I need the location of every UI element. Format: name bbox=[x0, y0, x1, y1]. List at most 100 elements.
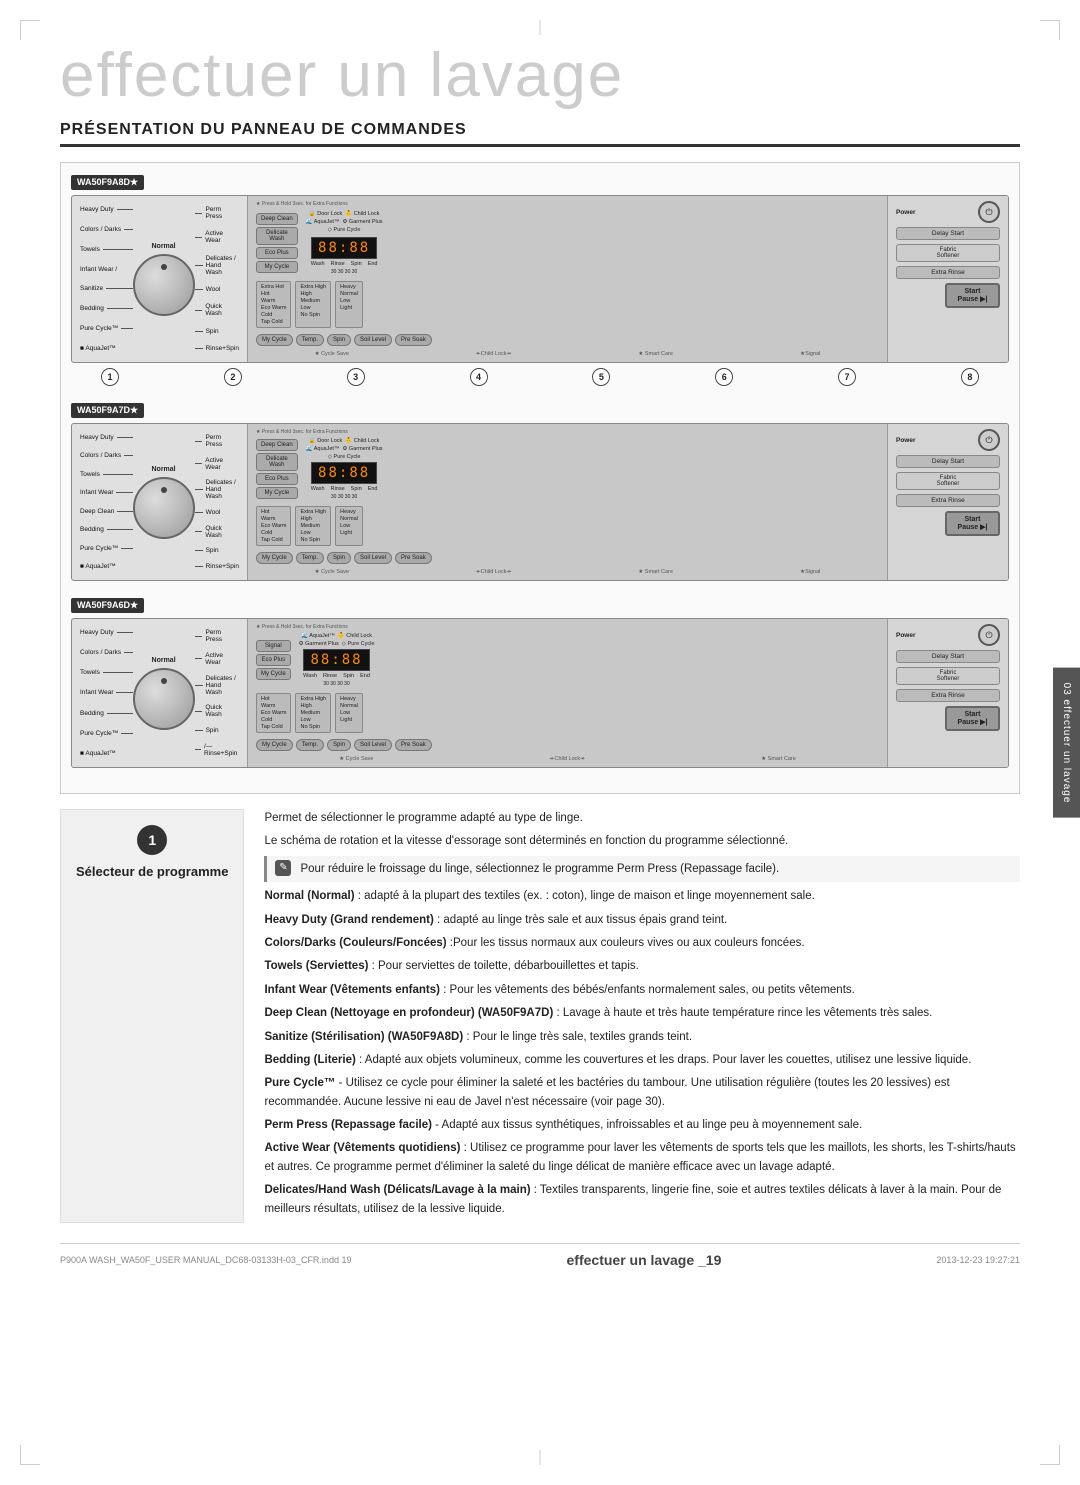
diag-btn-ecoplus-3[interactable]: Eco Plus bbox=[256, 654, 291, 666]
diag-btn-presoak-3[interactable]: Pre Soak bbox=[395, 739, 432, 751]
num-circle-6: 6 bbox=[715, 368, 733, 386]
corner-mark-bl bbox=[20, 1445, 40, 1465]
diag-fabric-softener-2[interactable]: FabricSoftener bbox=[896, 472, 1000, 490]
diagram-block-1: WA50F9A8D★ Heavy Duty Colors / Darks bbox=[71, 173, 1009, 386]
diag-btn-mycycle3-2[interactable]: My Cycle bbox=[256, 552, 293, 564]
num-circle-1: 1 bbox=[101, 368, 119, 386]
diag-btn-mycycle-1[interactable]: My Cycle bbox=[256, 261, 298, 273]
content-intro-2: Le schéma de rotation et la vitesse d'es… bbox=[264, 832, 1020, 850]
diag-start-pause-3[interactable]: StartPause ▶| bbox=[945, 706, 1000, 731]
diag-btn-temp-3[interactable]: Temp. bbox=[296, 739, 324, 751]
diag-power-row-2: Power ⏻ bbox=[896, 429, 1000, 451]
diagrams-area: WA50F9A8D★ Heavy Duty Colors / Darks bbox=[60, 162, 1020, 794]
page-footer: P900A WASH_WA50F_USER MANUAL_DC68-03133H… bbox=[60, 1243, 1020, 1268]
diagram-block-2: WA50F9A7D★ Heavy Duty Colors / Darks Tow… bbox=[71, 401, 1009, 581]
diag-knob-labels-3: Heavy Duty Colors / Darks Towels Infant … bbox=[80, 625, 133, 761]
diag-start-pause-2[interactable]: StartPause ▶| bbox=[945, 511, 1000, 536]
diag-btn-delicate-2[interactable]: DelicateWash bbox=[256, 453, 298, 471]
diag-btn-mycycle2-1[interactable]: My Cycle bbox=[256, 334, 293, 346]
diag-display-2: 88:88 bbox=[311, 462, 377, 484]
diag-btn-ecoplus-1[interactable]: Eco Plus bbox=[256, 247, 298, 259]
diag-extra-rinse-1[interactable]: Extra Rinse bbox=[896, 266, 1000, 279]
diag-btn-deepclean-2[interactable]: Deep Clean bbox=[256, 439, 298, 451]
model-label-1: WA50F9A8D★ bbox=[71, 175, 144, 190]
numbers-row-1: 1 2 3 4 5 6 7 8 bbox=[71, 368, 1009, 386]
diag-left-col-2: Heavy Duty Colors / Darks Towels Infant … bbox=[72, 424, 247, 580]
diag-btn-soillevel-3[interactable]: Soil Level bbox=[354, 739, 392, 751]
diag-knob-2[interactable] bbox=[133, 477, 195, 539]
desc-colors: Colors/Darks (Couleurs/Foncées) :Pour le… bbox=[264, 934, 1020, 952]
diag-right-active-1: Active Wear bbox=[195, 230, 239, 244]
desc-pure: Pure Cycle™ - Utilisez ce cycle pour éli… bbox=[264, 1074, 1020, 1111]
diag-right-perm-1: Perm Press bbox=[195, 206, 239, 220]
diag-top-row-1: ★ Press & Hold 3sec. for Extra Functions bbox=[256, 201, 879, 208]
diag-btn-spin-2[interactable]: Spin bbox=[327, 552, 351, 564]
diag-btn-soillevel-1[interactable]: Soil Level bbox=[354, 334, 392, 346]
inline-note: ✎ Pour réduire le froissage du linge, sé… bbox=[264, 856, 1020, 882]
diag-delay-start-1[interactable]: Delay Start bbox=[896, 227, 1000, 240]
diag-right-col-1: Power ⏻ Delay Start FabricSoftener Extra… bbox=[888, 196, 1008, 362]
diag-power-row-1: Power ⏻ bbox=[896, 201, 1000, 223]
diag-btn-spin-1[interactable]: Spin bbox=[327, 334, 351, 346]
diag-right-delicates-1: Delicates /Hand Wash bbox=[195, 255, 239, 276]
desc-infant: Infant Wear (Vêtements enfants) : Pour l… bbox=[264, 981, 1020, 999]
sidebar-label: Sélecteur de programme bbox=[76, 863, 228, 881]
diag-btn-ecoplus-2[interactable]: Eco Plus bbox=[256, 473, 298, 485]
diag-delay-start-2[interactable]: Delay Start bbox=[896, 455, 1000, 468]
diag-center-col-3: ★ Press & Hold 3sec. for Extra Functions… bbox=[247, 619, 888, 767]
diag-btn-temp-2[interactable]: Temp. bbox=[296, 552, 324, 564]
diag-start-pause-1[interactable]: StartPause ▶| bbox=[945, 283, 1000, 308]
diag-btn-mycycle-2[interactable]: My Cycle bbox=[256, 487, 298, 499]
diag-right-wool-1: Wool bbox=[195, 286, 239, 293]
num-circle-8: 8 bbox=[961, 368, 979, 386]
desc-heavy: Heavy Duty (Grand rendement) : adapté au… bbox=[264, 911, 1020, 929]
diag-knob-container-2: Normal bbox=[133, 430, 195, 574]
diag-knob-1[interactable] bbox=[133, 254, 195, 316]
diag-extra-rinse-2[interactable]: Extra Rinse bbox=[896, 494, 1000, 507]
diag-btn-spin-3[interactable]: Spin bbox=[327, 739, 351, 751]
diag-btn-mycycle-3[interactable]: My Cycle bbox=[256, 668, 291, 680]
diag-left-col-3: Heavy Duty Colors / Darks Towels Infant … bbox=[72, 619, 247, 767]
diag-extra-rinse-3[interactable]: Extra Rinse bbox=[896, 689, 1000, 702]
diag-knob-container-1: Normal bbox=[133, 202, 195, 356]
diag-btn-mycycle4-3[interactable]: My Cycle bbox=[256, 739, 293, 751]
diag-btn-temp-1[interactable]: Temp. bbox=[296, 334, 324, 346]
desc-perm: Perm Press (Repassage facile) - Adapté a… bbox=[264, 1116, 1020, 1134]
diag-delay-start-3[interactable]: Delay Start bbox=[896, 650, 1000, 663]
diag-btn-delicate-1[interactable]: DelicateWash bbox=[256, 227, 298, 245]
diag-btn-presoak-1[interactable]: Pre Soak bbox=[395, 334, 432, 346]
diag-right-quick-1: Quick Wash bbox=[195, 303, 239, 317]
diag-right-col-3: Power ⏻ Delay Start FabricSoftener Extra… bbox=[888, 619, 1008, 767]
diag-power-btn-3[interactable]: ⏻ bbox=[978, 624, 1000, 646]
diag-btn-presoak-2[interactable]: Pre Soak bbox=[395, 552, 432, 564]
diagram-wrapper-3: Heavy Duty Colors / Darks Towels Infant … bbox=[71, 618, 1009, 768]
diag-knob-dot-1 bbox=[161, 264, 167, 270]
diag-fabric-softener-1[interactable]: FabricSoftener bbox=[896, 244, 1000, 262]
desc-normal: Normal (Normal) : adapté à la plupart de… bbox=[264, 887, 1020, 905]
footer-date: 2013-12-23 19:27:21 bbox=[936, 1255, 1020, 1265]
diag-note-row-2: ★ Cycle Save ↞Child Lock↠ ★ Smart Care ★… bbox=[256, 569, 879, 575]
diag-label-towels-1: Towels bbox=[80, 246, 133, 253]
diag-power-btn-2[interactable]: ⏻ bbox=[978, 429, 1000, 451]
diag-left-col-1: Heavy Duty Colors / Darks Towels In bbox=[72, 196, 247, 362]
sidebar-num-circle: 1 bbox=[137, 825, 167, 855]
diag-btn-signal-3[interactable]: Signal bbox=[256, 640, 291, 652]
diag-knob-3[interactable] bbox=[133, 668, 195, 730]
diag-right-col-2: Power ⏻ Delay Start FabricSoftener Extra… bbox=[888, 424, 1008, 580]
diag-display-1: 88:88 bbox=[311, 237, 377, 259]
diag-center-col-1: ★ Press & Hold 3sec. for Extra Functions… bbox=[247, 196, 888, 362]
diagram-wrapper-1: Heavy Duty Colors / Darks Towels In bbox=[71, 195, 1009, 363]
diag-fabric-softener-3[interactable]: FabricSoftener bbox=[896, 667, 1000, 685]
page-title: effectuer un lavage bbox=[60, 40, 1020, 111]
desc-sanitize: Sanitize (Stérilisation) (WA50F9A8D) : P… bbox=[264, 1028, 1020, 1046]
diag-btn-deepclean-1[interactable]: Deep Clean bbox=[256, 213, 298, 225]
footer-page-num: effectuer un lavage _19 bbox=[567, 1252, 722, 1268]
model-label-2: WA50F9A7D★ bbox=[71, 403, 144, 418]
content-intro-1: Permet de sélectionner le programme adap… bbox=[264, 809, 1020, 827]
desc-delicates: Delicates/Hand Wash (Délicats/Lavage à l… bbox=[264, 1181, 1020, 1218]
diag-power-btn-1[interactable]: ⏻ bbox=[978, 201, 1000, 223]
diag-label-colors-1: Colors / Darks bbox=[80, 226, 133, 233]
diag-note-row-3: ★ Cycle Save ↞Child Lock↠ ★ Smart Care bbox=[256, 756, 879, 762]
diag-btn-soillevel-2[interactable]: Soil Level bbox=[354, 552, 392, 564]
diag-note-row-1: ★ Cycle Save ↞Child Lock↠ ★ Smart Care ★… bbox=[256, 351, 879, 357]
